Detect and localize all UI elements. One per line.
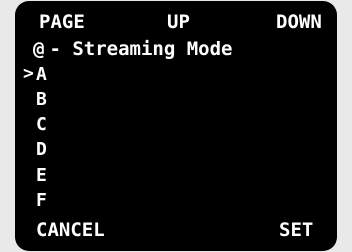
menu-title-text: - Streaming Mode (49, 38, 233, 60)
menu-title: @ - Streaming Mode (33, 40, 232, 59)
list-item-c[interactable]: C (36, 116, 47, 134)
device-screen: PAGE UP DOWN @ - Streaming Mode > A B C D… (0, 0, 352, 252)
cancel-softkey[interactable]: CANCEL (36, 221, 105, 240)
list-item-d[interactable]: D (36, 141, 47, 159)
selection-cursor-icon: > (23, 63, 34, 84)
list-item-e[interactable]: E (36, 167, 47, 185)
list-item-f[interactable]: F (36, 192, 47, 210)
down-softkey[interactable]: DOWN (276, 13, 322, 32)
at-symbol-icon: @ (33, 38, 45, 60)
list-item-a[interactable]: A (36, 66, 47, 84)
set-softkey[interactable]: SET (279, 221, 313, 240)
up-softkey[interactable]: UP (167, 13, 190, 32)
page-softkey[interactable]: PAGE (39, 13, 85, 32)
list-item-b[interactable]: B (36, 91, 47, 109)
